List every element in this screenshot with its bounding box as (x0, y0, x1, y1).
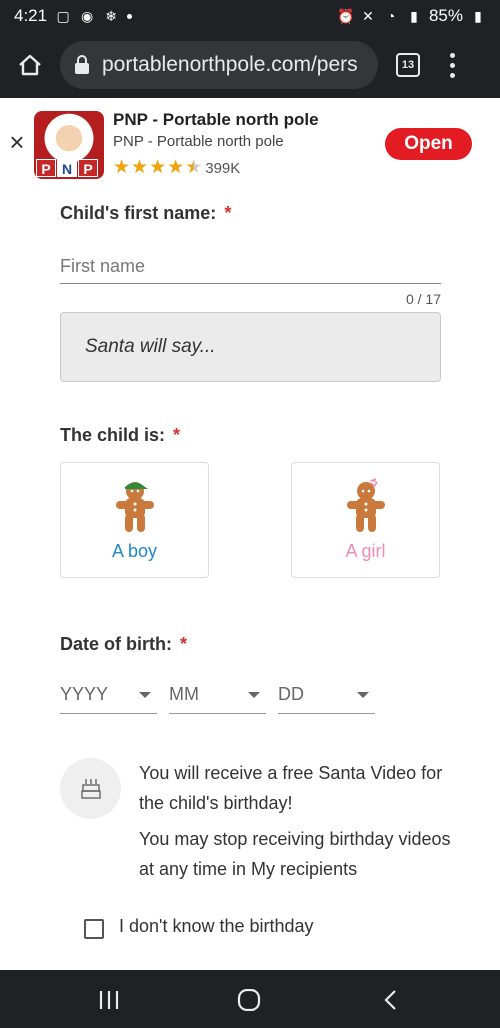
required-mark: * (180, 634, 188, 654)
logo-letter: P (36, 159, 56, 177)
recent-apps-icon (99, 991, 119, 1009)
birthday-cake-icon (80, 778, 101, 799)
girl-label: A girl (345, 541, 386, 561)
gingerbread-girl-icon (347, 478, 385, 532)
app-icon[interactable]: P N P (34, 111, 104, 179)
birthday-optout-text: You may stop receiving birthday videos a… (139, 829, 451, 879)
home-icon (19, 54, 41, 76)
alarm-icon: ⏰ (336, 8, 355, 24)
dob-label-text: Date of birth: (60, 634, 172, 654)
lock-icon (75, 55, 89, 74)
back-chevron-icon (384, 990, 396, 1010)
dob-label: Date of birth: * (60, 634, 187, 655)
birthday-cake-badge (60, 758, 121, 819)
app-icon-logo: P N P (36, 159, 98, 177)
birthday-info-text: You will receive a free Santa Video for … (139, 763, 443, 813)
boy-label: A boy (111, 541, 158, 561)
status-time: 4:21 (14, 6, 48, 25)
recent-apps-button[interactable] (89, 987, 129, 1013)
month-select[interactable]: MM (169, 676, 266, 714)
app-install-banner: × P N P PNP - Portable north pole PNP - … (0, 98, 500, 190)
battery-icon: ▮ (474, 8, 482, 24)
snowflake-icon: ❄ (105, 8, 117, 24)
home-nav-button[interactable] (229, 987, 269, 1013)
app-subtitle: PNP - Portable north pole (113, 133, 284, 150)
browser-toolbar: portablenorthpole.com/pers​ 13 (0, 32, 500, 98)
more-notifications-dot-icon (127, 13, 133, 19)
app-title: PNP - Portable north pole (113, 110, 319, 129)
month-select-value: MM (169, 684, 199, 704)
battery-percent: 85% (428, 6, 463, 25)
address-bar[interactable]: portablenorthpole.com/pers​ (60, 41, 378, 89)
screenshot-icon: ▢ (56, 8, 70, 24)
day-select-value: DD (278, 684, 304, 704)
open-app-button[interactable]: Open (385, 128, 472, 160)
status-bar: 4:21 ▢ ◉ ❄ ⏰ ✕ ◔ ▮ 85% ▮ (0, 0, 500, 32)
char-counter: 0 / 17 (405, 291, 441, 307)
girl-option-card[interactable]: A girl (291, 462, 440, 578)
star-icon: ★ (131, 157, 149, 178)
day-select[interactable]: DD (278, 676, 375, 714)
required-mark: * (173, 425, 181, 445)
url-text: portablenorthpole.com/pers​ (102, 53, 358, 76)
gender-label-text: The child is: (60, 425, 166, 445)
star-icon: ★ (149, 157, 167, 178)
signal-icon: ▮ (410, 8, 418, 24)
home-circle-icon (237, 989, 261, 1011)
menu-dot-icon (449, 52, 455, 58)
logo-letter: P (78, 159, 98, 177)
santa-preview-box: Santa will say... (60, 312, 441, 382)
year-select[interactable]: YYYY (60, 676, 157, 714)
menu-dot-icon (449, 72, 455, 78)
year-select-value: YYYY (60, 684, 109, 704)
logo-letter: N (57, 159, 77, 177)
app-rating: ★ ★ ★ ★ ★ 399K (113, 158, 240, 178)
chevron-down-icon (357, 692, 369, 698)
half-star-icon: ★ (185, 157, 203, 178)
required-mark: * (224, 203, 232, 223)
system-nav-bar (0, 970, 500, 1028)
gingerbread-boy-icon (116, 482, 154, 532)
wifi-icon: ◔ (386, 8, 396, 24)
browser-menu-button[interactable] (442, 47, 462, 83)
chevron-down-icon (139, 692, 151, 698)
back-button[interactable] (370, 987, 410, 1013)
name-label: Child's first name: * (60, 203, 231, 224)
unknown-birthday-label[interactable]: I don't know the birthday (119, 916, 314, 937)
mute-icon: ✕ (362, 8, 374, 24)
rating-count: 399K (205, 159, 241, 177)
chevron-down-icon (248, 692, 260, 698)
tab-switcher-button[interactable]: 13 (396, 53, 420, 77)
menu-dot-icon (449, 62, 455, 68)
home-button[interactable] (12, 47, 48, 83)
app-notification-icon: ◉ (80, 8, 94, 24)
star-icon: ★ (167, 157, 185, 178)
close-banner-button[interactable]: × (6, 129, 28, 155)
boy-option-card[interactable]: A boy (60, 462, 209, 578)
star-icon: ★ (113, 157, 131, 178)
gender-label: The child is: * (60, 425, 180, 446)
first-name-input[interactable] (60, 250, 441, 284)
santa-preview-text: Santa will say... (85, 336, 216, 357)
name-label-text: Child's first name: (60, 203, 217, 223)
unknown-birthday-checkbox[interactable] (84, 919, 104, 939)
